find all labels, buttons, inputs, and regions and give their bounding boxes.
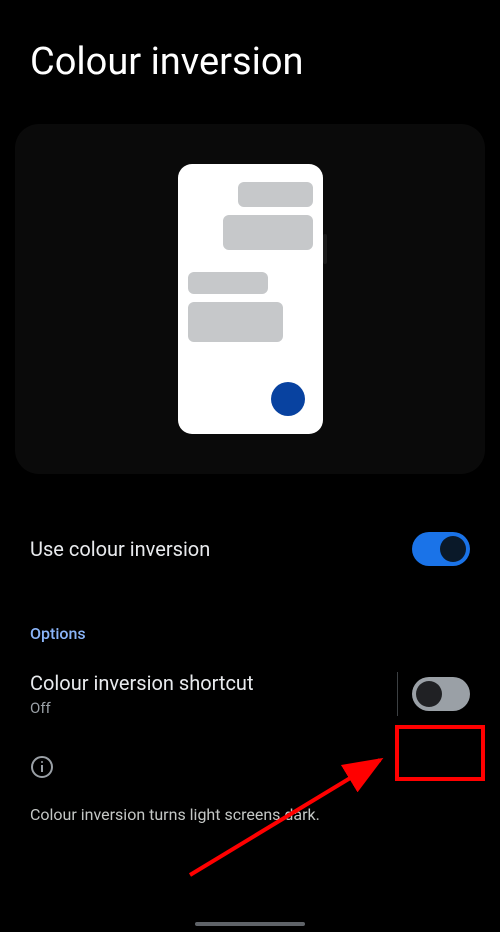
message-bubble xyxy=(238,182,313,207)
navigation-bar-indicator xyxy=(195,922,305,926)
phone-mockup xyxy=(178,164,323,434)
message-bubble xyxy=(188,272,268,294)
description-text: Colour inversion turns light screens dar… xyxy=(0,793,500,836)
shortcut-status: Off xyxy=(30,699,391,717)
toggle-thumb xyxy=(416,681,442,707)
message-bubble xyxy=(188,302,283,342)
divider xyxy=(397,672,398,716)
info-row xyxy=(0,735,500,793)
shortcut-toggle[interactable] xyxy=(412,677,470,711)
fab-circle xyxy=(271,382,305,416)
info-icon xyxy=(30,755,54,779)
page-title: Colour inversion xyxy=(0,0,500,114)
use-colour-inversion-label: Use colour inversion xyxy=(30,537,210,561)
shortcut-label: Colour inversion shortcut xyxy=(30,671,391,695)
options-section-header: Options xyxy=(0,584,500,653)
toggle-thumb xyxy=(440,536,466,562)
message-bubble xyxy=(223,215,313,250)
use-colour-inversion-toggle[interactable] xyxy=(412,532,470,566)
colour-inversion-shortcut-row[interactable]: Colour inversion shortcut Off xyxy=(0,653,500,735)
preview-card xyxy=(15,124,485,474)
phone-side-button xyxy=(323,234,327,264)
use-colour-inversion-row[interactable]: Use colour inversion xyxy=(0,514,500,584)
